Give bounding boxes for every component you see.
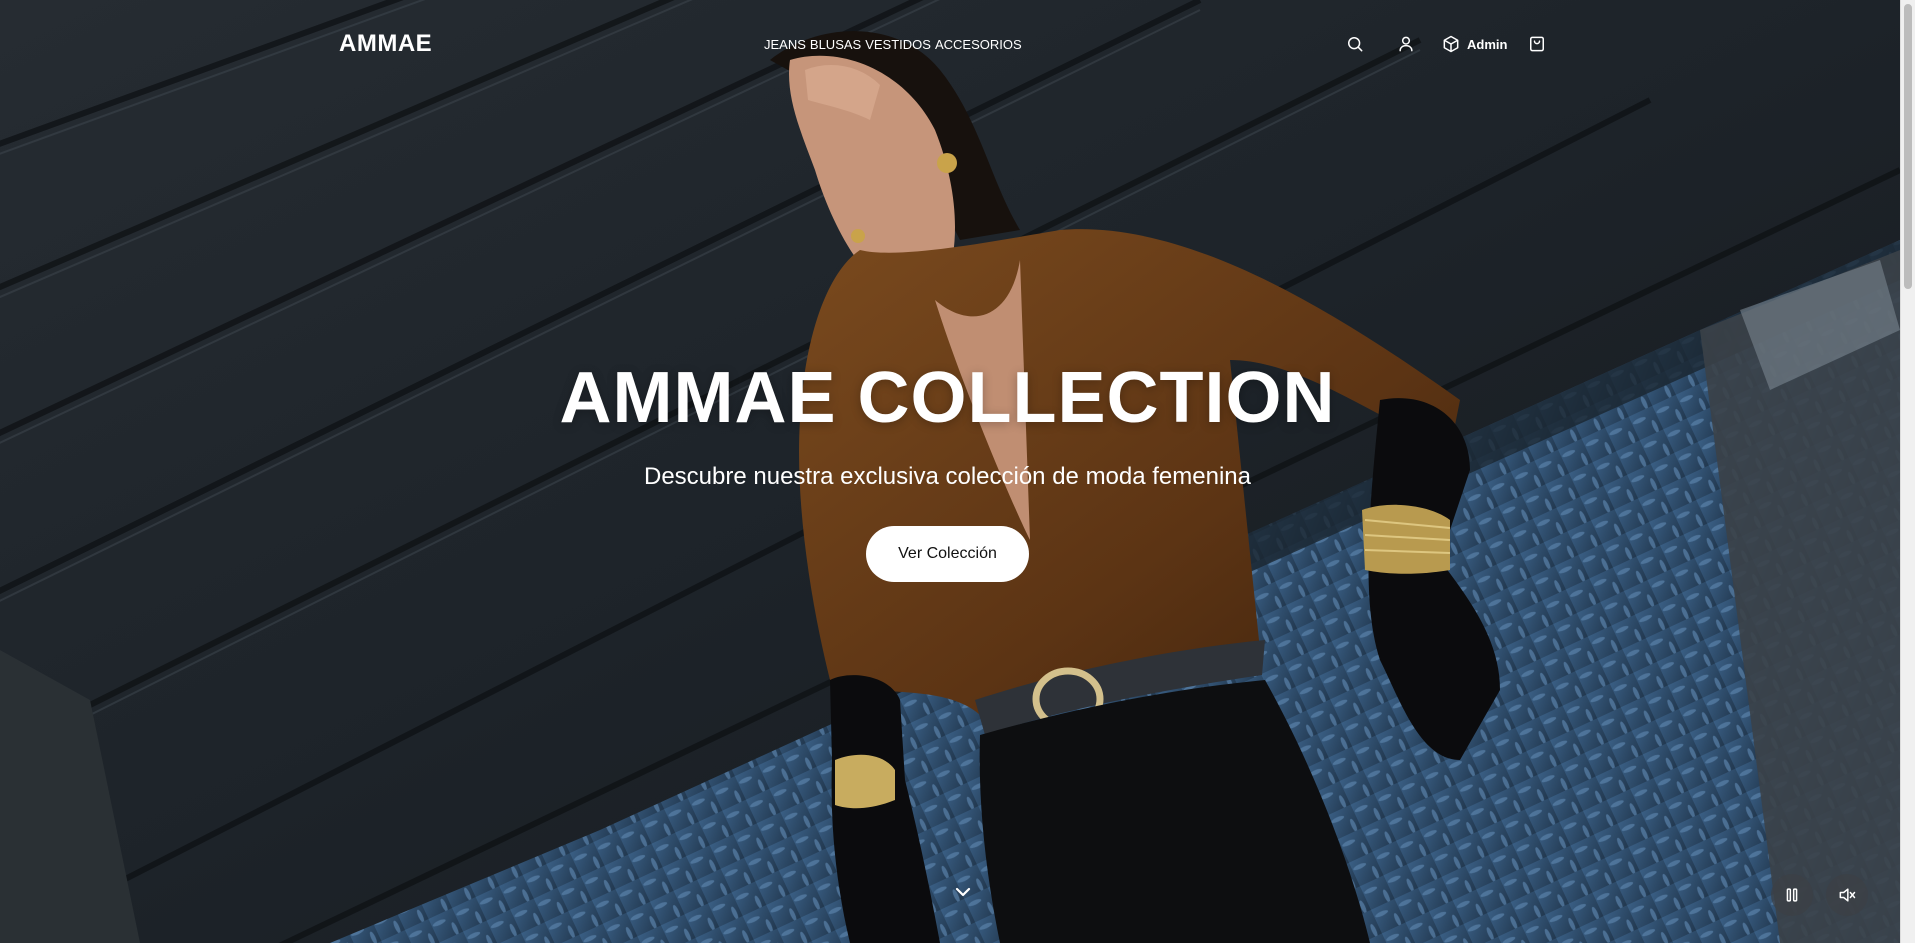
chevron-down-icon (955, 887, 971, 897)
page-scrollbar[interactable] (1900, 0, 1915, 943)
volume-muted-icon (1839, 888, 1856, 902)
nav-item-vestidos[interactable]: VESTIDOS (865, 37, 931, 52)
cart-button[interactable] (1525, 32, 1549, 56)
box-icon (1443, 35, 1459, 53)
pause-icon (1786, 888, 1798, 902)
hero-subtitle: Descubre nuestra exclusiva colección de … (644, 463, 1251, 490)
nav-item-jeans[interactable]: JEANS (764, 37, 806, 52)
mute-video-button[interactable] (1826, 874, 1868, 916)
site-logo[interactable]: AMMAE (339, 30, 432, 58)
main-nav: JEANS BLUSAS VESTIDOS ACCESORIOS (764, 37, 1022, 52)
scroll-down-button[interactable] (951, 880, 975, 904)
admin-link[interactable]: Admin (1441, 34, 1507, 54)
site-header: AMMAE JEANS BLUSAS VESTIDOS ACCESORIOS A… (0, 0, 1900, 90)
page-viewport: AMMAE JEANS BLUSAS VESTIDOS ACCESORIOS A… (0, 0, 1900, 943)
user-icon (1399, 36, 1413, 52)
scrollbar-thumb[interactable] (1904, 4, 1912, 289)
view-collection-button[interactable]: Ver Colección (866, 526, 1029, 582)
account-button[interactable] (1394, 32, 1418, 56)
shopping-bag-icon (1530, 36, 1544, 52)
nav-item-accesorios[interactable]: ACCESORIOS (935, 37, 1022, 52)
search-icon (1348, 37, 1363, 52)
search-button[interactable] (1343, 32, 1367, 56)
admin-label: Admin (1467, 36, 1508, 52)
nav-item-blusas[interactable]: BLUSAS (810, 37, 861, 52)
pause-video-button[interactable] (1771, 874, 1813, 916)
hero-title: AMMAE COLLECTION (559, 358, 1336, 438)
